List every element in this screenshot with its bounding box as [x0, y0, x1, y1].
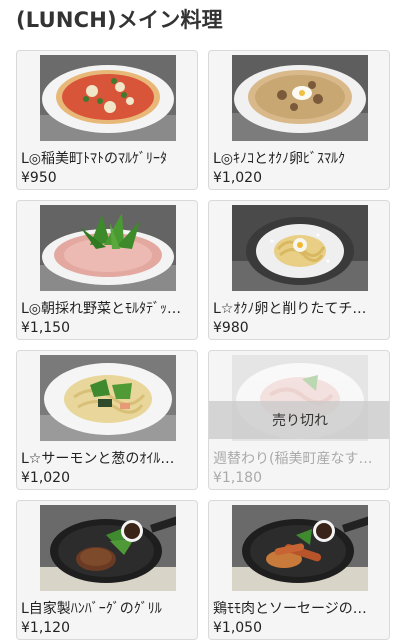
- margherita-pizza-photo: [40, 55, 176, 141]
- menu-item-card[interactable]: L◎稲美町ﾄﾏﾄのﾏﾙｹﾞﾘｰﾀ ¥950: [16, 50, 198, 190]
- mushroom-egg-pizza-photo: [232, 55, 368, 141]
- egg-cheese-pasta-photo: [232, 205, 368, 291]
- menu-item-price: ¥1,120: [21, 620, 70, 636]
- vegetable-mortadella-pizza-photo: [40, 205, 176, 291]
- menu-item-card[interactable]: 鶏ﾓﾓ肉とソーセージの… ¥1,050: [208, 500, 390, 640]
- menu-item-name: L◎稲美町ﾄﾏﾄのﾏﾙｹﾞﾘｰﾀ: [21, 151, 168, 167]
- menu-item-card[interactable]: L☆ｵｸﾉ卵と削りたてチ… ¥980: [208, 200, 390, 340]
- menu-grid: L◎稲美町ﾄﾏﾄのﾏﾙｹﾞﾘｰﾀ ¥950 L◎ｷﾉｺとｵｸﾉ卵ﾋﾞｽﾏﾙｸ ¥…: [16, 50, 390, 640]
- hamburg-steak-skillet-photo: [40, 505, 176, 591]
- chicken-sausage-skillet-photo: [232, 505, 368, 591]
- menu-item-name: L◎朝採れ野菜とﾓﾙﾀﾃﾞｯ…: [21, 301, 182, 317]
- menu-item-name: 週替わり(稲美町産なす…: [213, 451, 373, 467]
- menu-item-name: L◎ｷﾉｺとｵｸﾉ卵ﾋﾞｽﾏﾙｸ: [213, 151, 346, 167]
- menu-item-price: ¥1,150: [21, 320, 70, 336]
- menu-item-name: L自家製ﾊﾝﾊﾞｰｸﾞのｸﾞﾘﾙ: [21, 601, 162, 617]
- menu-item-name: L☆ｵｸﾉ卵と削りたてチ…: [213, 301, 367, 317]
- menu-item-price: ¥1,020: [21, 470, 70, 486]
- menu-item-price: ¥1,050: [213, 620, 262, 636]
- menu-item-card[interactable]: L◎朝採れ野菜とﾓﾙﾀﾃﾞｯ… ¥1,150: [16, 200, 198, 340]
- menu-item-name: 鶏ﾓﾓ肉とソーセージの…: [213, 601, 367, 617]
- menu-item-price: ¥1,020: [213, 170, 262, 186]
- menu-item-price: ¥1,180: [213, 470, 262, 486]
- menu-item-card[interactable]: L◎ｷﾉｺとｵｸﾉ卵ﾋﾞｽﾏﾙｸ ¥1,020: [208, 50, 390, 190]
- menu-item-price: ¥950: [21, 170, 57, 186]
- menu-item-price: ¥980: [213, 320, 249, 336]
- page-title: (LUNCH)メイン料理: [16, 8, 223, 32]
- menu-item-card[interactable]: L☆サーモンと葱のｵｲﾙ… ¥1,020: [16, 350, 198, 490]
- salmon-leek-pasta-photo: [40, 355, 176, 441]
- menu-item-card[interactable]: L自家製ﾊﾝﾊﾞｰｸﾞのｸﾞﾘﾙ ¥1,120: [16, 500, 198, 640]
- menu-item-name: L☆サーモンと葱のｵｲﾙ…: [21, 451, 175, 467]
- menu-item-card-soldout[interactable]: 売り切れ 週替わり(稲美町産なす… ¥1,180: [208, 350, 390, 490]
- soldout-badge: 売り切れ: [209, 401, 389, 439]
